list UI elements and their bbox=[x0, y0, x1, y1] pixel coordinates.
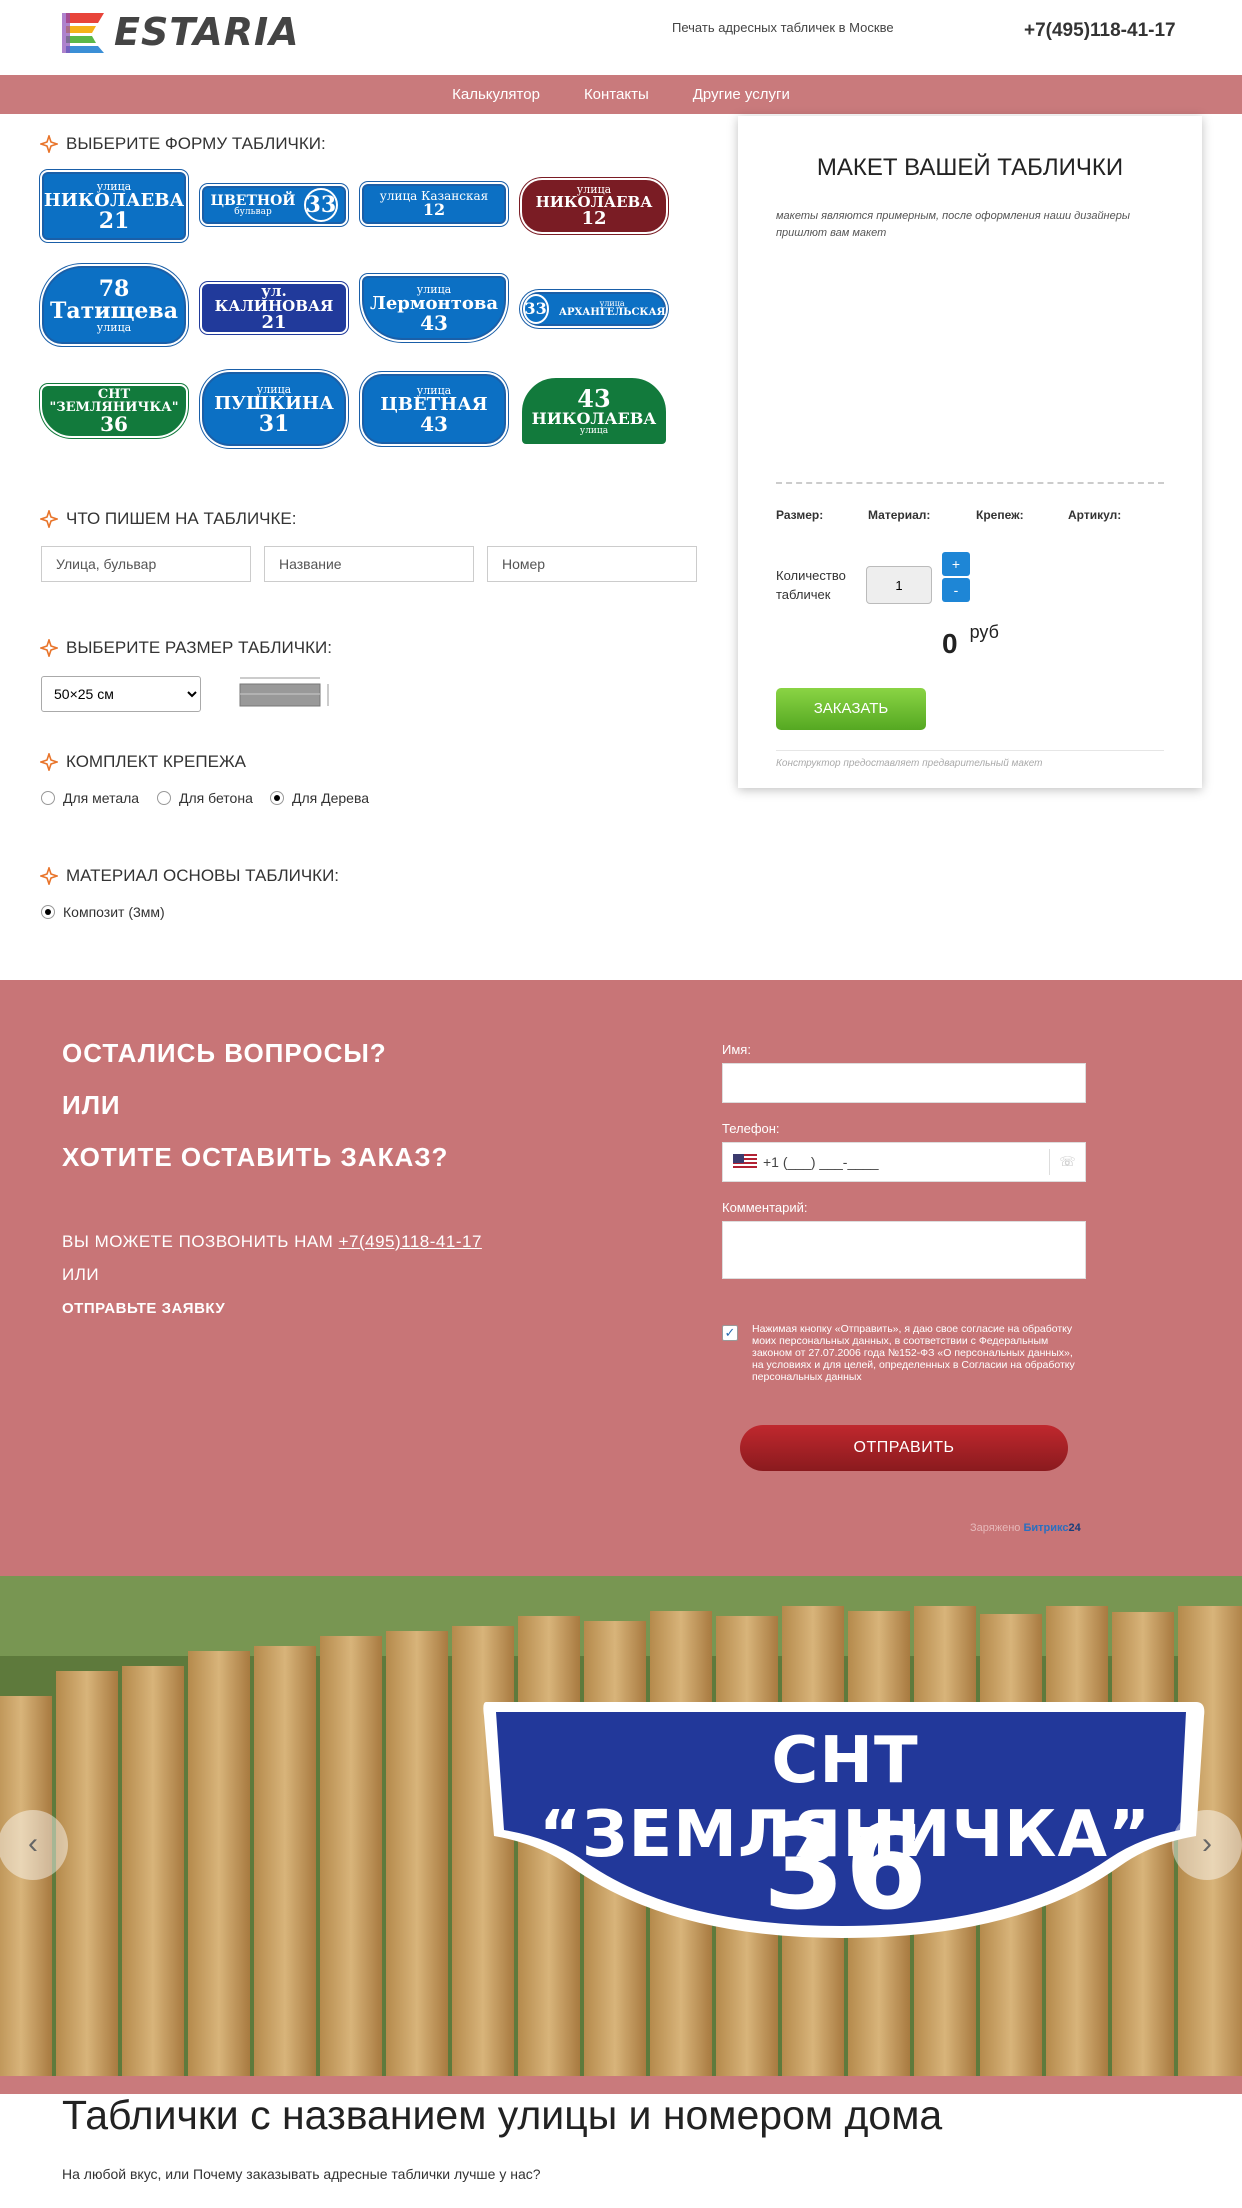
sign-shape-12[interactable]: 43 НИКОЛАЕВА улица bbox=[522, 378, 666, 444]
phone-mask: +1 (___) ___-____ bbox=[763, 1154, 879, 1170]
price-value: 0 bbox=[942, 628, 958, 659]
name-label: Имя: bbox=[722, 1042, 751, 1057]
comment-label: Комментарий: bbox=[722, 1200, 808, 1215]
spec-material-label: Материал: bbox=[868, 508, 931, 522]
page-heading: Таблички с названием улицы и номером дом… bbox=[62, 2092, 943, 2138]
radio-button[interactable] bbox=[157, 791, 171, 805]
contact-question-1: ОСТАЛИСЬ ВОПРОСЫ? bbox=[62, 1038, 387, 1068]
spec-mount-label: Крепеж: bbox=[976, 508, 1024, 522]
mount-section-title: КОМПЛЕКТ КРЕПЕЖА bbox=[40, 752, 246, 772]
contact-question-or: ИЛИ bbox=[62, 1090, 121, 1120]
size-select[interactable]: 50×25 см bbox=[41, 676, 201, 712]
sign-shape-3[interactable]: улица Казанская 12 bbox=[362, 184, 506, 224]
hero-slider: СНТ “ЗЕМЛЯНИЧКА” 36 bbox=[0, 1576, 1242, 2076]
powered-by[interactable]: Заряжено Битрикс24 bbox=[970, 1522, 1081, 1534]
sign-shape-2[interactable]: ЦВЕТНОЙ бульвар 33 bbox=[202, 186, 346, 224]
nav-item-other-services[interactable]: Другие услуги bbox=[671, 86, 812, 103]
main-nav: Калькулятор Контакты Другие услуги bbox=[0, 75, 1242, 114]
name-field[interactable] bbox=[722, 1063, 1086, 1103]
sign-shape-5[interactable]: 78 Татищева улица bbox=[42, 266, 186, 344]
text-section-title: ЧТО ПИШЕМ НА ТАБЛИЧКЕ: bbox=[40, 509, 296, 529]
quantity-minus-button[interactable]: - bbox=[942, 578, 970, 602]
header-tagline: Печать адресных табличек в Москве bbox=[672, 20, 894, 35]
logo[interactable]: ESTARIA bbox=[62, 8, 342, 56]
preview-footer-divider bbox=[776, 750, 1164, 751]
phone-label: Телефон: bbox=[722, 1121, 780, 1136]
logo-icon bbox=[62, 13, 104, 53]
sign-shape-11[interactable]: улица ЦВЕТНАЯ 43 bbox=[362, 374, 506, 444]
consent-checkbox[interactable]: ✓ bbox=[722, 1325, 738, 1341]
quantity-input[interactable] bbox=[866, 566, 932, 604]
street-name-input[interactable] bbox=[264, 546, 474, 582]
material-option-composite[interactable]: Композит (3мм) bbox=[41, 904, 165, 920]
sign-shape-4[interactable]: улица НИКОЛАЕВА 12 bbox=[522, 180, 666, 232]
sign-shape-7[interactable]: улица Лермонтова 43 bbox=[362, 276, 506, 340]
street-type-input[interactable] bbox=[41, 546, 251, 582]
order-button[interactable]: ЗАКАЗАТЬ bbox=[776, 688, 926, 730]
radio-button[interactable] bbox=[41, 791, 55, 805]
preview-title: МАКЕТ ВАШЕЙ ТАБЛИЧКИ bbox=[816, 154, 1124, 181]
mount-option-metal[interactable]: Для метала bbox=[41, 790, 139, 806]
sign-shape-6[interactable]: ул. КАЛИНОВАЯ 21 bbox=[202, 284, 346, 332]
contact-send-request: ОТПРАВЬТЕ ЗАЯВКУ bbox=[62, 1300, 226, 1317]
slider-prev-button[interactable]: ‹ bbox=[0, 1810, 68, 1880]
size-section-title: ВЫБЕРИТЕ РАЗМЕР ТАБЛИЧКИ: bbox=[40, 638, 332, 658]
logo-text: ESTARIA bbox=[114, 10, 300, 54]
star-icon bbox=[40, 510, 58, 528]
contact-or: ИЛИ bbox=[62, 1265, 100, 1284]
sign-shape-9[interactable]: СНТ "ЗЕМЛЯНИЧКА" 36 bbox=[42, 386, 186, 436]
star-icon bbox=[40, 639, 58, 657]
send-button[interactable]: ОТПРАВИТЬ bbox=[740, 1425, 1068, 1471]
house-number-input[interactable] bbox=[487, 546, 697, 582]
star-icon bbox=[40, 867, 58, 885]
quantity-plus-button[interactable]: + bbox=[942, 552, 970, 576]
preview-note: макеты являются примерным, после оформле… bbox=[776, 210, 1130, 239]
contact-phone-link[interactable]: +7(495)118-41-17 bbox=[339, 1232, 482, 1251]
radio-button-selected[interactable] bbox=[41, 905, 55, 919]
sign-shape-8[interactable]: 33 улица АРХАНГЕЛЬСКАЯ bbox=[522, 292, 666, 326]
contact-question-2: ХОТИТЕ ОСТАВИТЬ ЗАКАЗ? bbox=[62, 1142, 449, 1172]
sign-shape-10[interactable]: улица ПУШКИНА 31 bbox=[202, 372, 346, 446]
spec-article-label: Артикул: bbox=[1068, 508, 1122, 522]
radio-button-selected[interactable] bbox=[270, 791, 284, 805]
material-section-title: МАТЕРИАЛ ОСНОВЫ ТАБЛИЧКИ: bbox=[40, 866, 339, 886]
price-display: 0 руб bbox=[942, 622, 999, 660]
sign-shape-1[interactable]: улица НИКОЛАЕВА 21 bbox=[42, 172, 186, 240]
nav-item-contacts[interactable]: Контакты bbox=[562, 86, 671, 103]
nav-item-calculator[interactable]: Калькулятор bbox=[430, 86, 562, 103]
size-diagram-icon bbox=[239, 677, 329, 707]
preview-panel: МАКЕТ ВАШЕЙ ТАБЛИЧКИ макеты являются при… bbox=[738, 116, 1202, 788]
comment-field[interactable] bbox=[722, 1221, 1086, 1279]
spec-size-label: Размер: bbox=[776, 508, 824, 522]
header-phone[interactable]: +7(495)118-41-17 bbox=[1024, 20, 1176, 42]
preview-divider bbox=[776, 482, 1164, 484]
quantity-label: Количество табличек bbox=[776, 568, 846, 602]
star-icon bbox=[40, 753, 58, 771]
contact-call-line: ВЫ МОЖЕТЕ ПОЗВОНИТЬ НАМ +7(495)118-41-17 bbox=[62, 1232, 482, 1251]
consent-text: Нажимая кнопку «Отправить», я даю свое с… bbox=[752, 1323, 1075, 1383]
site-header: ESTARIA Печать адресных табличек в Москв… bbox=[0, 0, 1242, 75]
price-currency: руб bbox=[969, 622, 999, 642]
mount-option-concrete[interactable]: Для бетона bbox=[157, 790, 253, 806]
hero-sign-line2: 36 bbox=[762, 1798, 928, 1936]
star-icon bbox=[40, 135, 58, 153]
us-flag-icon bbox=[733, 1154, 757, 1170]
shape-section-title: ВЫБЕРИТЕ ФОРМУ ТАБЛИЧКИ: bbox=[40, 134, 326, 154]
mount-option-wood[interactable]: Для Дерева bbox=[270, 790, 369, 806]
phone-field[interactable]: +1 (___) ___-____ ☏ bbox=[722, 1142, 1086, 1182]
page-subheading: На любой вкус, или Почему заказывать адр… bbox=[62, 2166, 541, 2182]
phone-icon: ☏ bbox=[1049, 1149, 1085, 1175]
slider-next-button[interactable]: › bbox=[1172, 1810, 1242, 1880]
preview-footnote: Конструктор предоставляет предварительны… bbox=[776, 758, 1043, 769]
